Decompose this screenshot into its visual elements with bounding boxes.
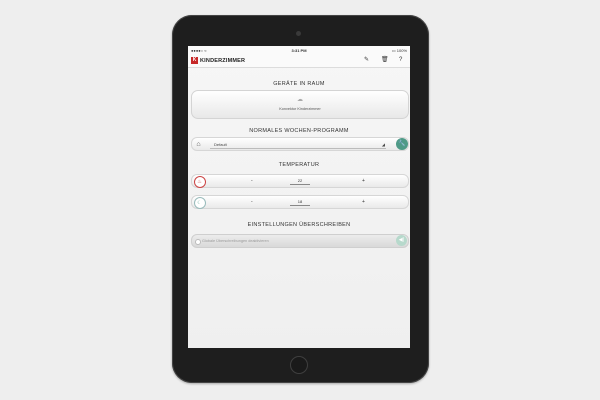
override-checkbox[interactable] (195, 238, 201, 245)
override-section-title: EINSTELLUNGEN ÜBERSCHREIBEN (247, 222, 351, 228)
heat-temperature-value[interactable]: 22 (290, 178, 310, 185)
temperature-section-title: TEMPERATUR (278, 162, 320, 168)
help-icon[interactable]: ? (399, 57, 402, 64)
battery-indicator: ▭ 100% (391, 48, 407, 53)
cool-plus-button[interactable]: + (362, 199, 365, 205)
override-action-icon[interactable]: ◀) (396, 235, 407, 246)
program-select-value: Default (214, 141, 227, 147)
wrench-settings-button[interactable]: 🔧 (396, 137, 408, 150)
cool-temperature-row: ☾ - 18 + (191, 195, 409, 209)
page-title: KINDERZIMMER (200, 58, 246, 64)
status-time: 3:31 PM (291, 48, 307, 53)
heat-plus-button[interactable]: + (362, 178, 365, 184)
devices-section-title: GERÄTE IN RAUM (273, 81, 325, 87)
convector-icon: ☁ (297, 97, 303, 103)
heat-temperature-row: ♨ - 22 + (191, 174, 409, 188)
edit-pencil-icon[interactable]: ✎ (364, 57, 369, 64)
home-button[interactable] (290, 356, 308, 374)
brand-logo-icon: K (191, 57, 198, 64)
status-bar: ●●●●○ ≈ 3:31 PM ▭ 100% (188, 46, 410, 54)
program-section-title: NORMALES WOCHEN-PROGRAMM (249, 128, 349, 134)
select-caret-icon: ◢ (381, 141, 385, 147)
camera-dot (296, 31, 301, 36)
trash-icon[interactable]: 🗑 (381, 57, 389, 64)
program-select[interactable]: Default ◢ (210, 140, 386, 149)
house-icon: ⌂ (196, 140, 201, 148)
override-row: Globale Überschreibungen deaktivieren ◀) (191, 234, 409, 248)
cool-temperature-value[interactable]: 18 (290, 199, 310, 206)
program-row: ⌂ Default ◢ 🔧 (191, 137, 409, 151)
heat-minus-button[interactable]: - (251, 178, 253, 184)
cool-minus-button[interactable]: - (251, 199, 253, 205)
device-label: Konvektor Kinderzimmer (279, 107, 321, 111)
override-checkbox-label: Globale Überschreibungen deaktivieren (202, 238, 269, 243)
cool-icon: ☾ (193, 197, 206, 209)
app-screen: ●●●●○ ≈ 3:31 PM ▭ 100% K KINDERZIMMER ✎ … (188, 46, 410, 348)
heat-icon: ♨ (193, 176, 206, 188)
nav-bar: K KINDERZIMMER ✎ 🗑 ? (188, 54, 410, 68)
device-card[interactable]: ☁ Konvektor Kinderzimmer (191, 90, 409, 119)
